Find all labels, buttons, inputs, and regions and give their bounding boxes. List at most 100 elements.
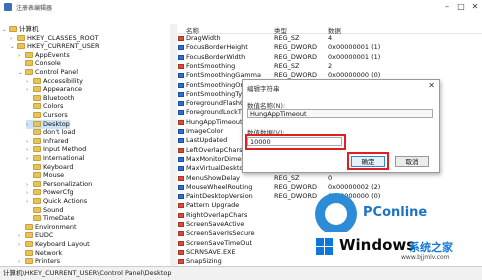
folder-icon [33, 137, 41, 144]
string-value-icon [178, 175, 184, 181]
menu-bar [0, 14, 482, 24]
folder-icon [25, 60, 33, 67]
windows-logo-icon [316, 238, 334, 256]
tree-item-label: Keyboard Layout [35, 240, 90, 248]
tree-scrollbar[interactable] [170, 24, 177, 266]
list-header: 名称 类型 数据 [178, 24, 482, 35]
binary-value-icon [178, 45, 184, 51]
folder-icon [33, 103, 41, 110]
folder-icon [33, 198, 41, 204]
folder-icon [25, 258, 33, 265]
value-row[interactable]: DragWidth REG_SZ 4 [178, 34, 482, 43]
string-value-icon [178, 259, 184, 265]
binary-value-icon [178, 101, 184, 107]
value-type: REG_DWORD [274, 52, 317, 61]
tree-item-label: AppEvents [35, 50, 70, 59]
edit-string-dialog: 编辑字符串 ✕ 数值名称(N): HungAppTimeout 数值数据(V):… [242, 79, 440, 173]
binary-value-icon [178, 184, 184, 190]
value-data: 0x00000002 (2) [328, 182, 381, 191]
string-value-icon [178, 147, 184, 153]
expand-icon[interactable]: ⌄ [18, 69, 25, 78]
registry-tree: ⌄ 计算机 › HKEY_CLASSES_ROOT ⌄ HKEY_CURRENT_USER… [0, 24, 171, 266]
tree-item-label: HKEY_CURRENT_USER [27, 42, 100, 51]
folder-icon [33, 172, 41, 179]
folder-icon [25, 69, 33, 75]
value-row[interactable]: MenuShowDelay REG_SZ 0 [178, 174, 482, 183]
maximize-button[interactable]: □ [454, 2, 468, 12]
highlight-box-ok [347, 152, 389, 170]
value-row[interactable]: FontSmoothing REG_SZ 2 [178, 62, 482, 71]
string-value-icon [178, 222, 184, 227]
folder-icon [33, 155, 41, 161]
windows-watermark-text: Windows [339, 236, 416, 254]
tree-item-label: HKEY_CLASSES_ROOT [27, 33, 99, 42]
tree-item-label: TimeDate [43, 214, 75, 223]
value-name: DragWidth [186, 34, 221, 42]
value-type: REG_DWORD [274, 43, 317, 52]
binary-value-icon [178, 110, 184, 116]
tree-item[interactable]: › Printers [18, 257, 60, 266]
string-value-icon [178, 240, 184, 246]
expand-icon[interactable]: ⌄ [2, 26, 9, 35]
value-data: 0 [328, 173, 333, 182]
value-name: Pattern Upgrade [186, 201, 240, 210]
close-button[interactable]: ✕ [468, 2, 482, 12]
tree-item-label: Input Method [43, 145, 87, 154]
expand-icon[interactable]: › [18, 258, 25, 266]
binary-value-icon [178, 129, 184, 134]
tree-item-label: don't load [43, 128, 76, 137]
dialog-close-button[interactable]: ✕ [428, 81, 435, 90]
value-row[interactable]: FocusBorderHeight REG_DWORD 0x00000001 (1) [178, 43, 482, 52]
value-name-field[interactable]: HungAppTimeout [247, 109, 433, 118]
value-row[interactable]: FocusBorderWidth REG_DWORD 0x00000001 (1) [178, 53, 482, 62]
string-value-icon [178, 203, 184, 209]
folder-icon [33, 120, 41, 127]
value-row[interactable]: MouseWheelRouting REG_DWORD 0x00000002 (2) [178, 183, 482, 192]
tree-item-label: Console [35, 59, 61, 68]
value-data: 4 [328, 34, 333, 42]
value-name: LastUpdated [186, 136, 228, 145]
binary-value-icon [178, 54, 184, 60]
tree-item-label: Infrared [43, 136, 69, 145]
tree-item-label: PowerCfg [43, 188, 74, 197]
binary-value-icon [178, 82, 184, 88]
tree-item-label: Cursors [43, 111, 68, 119]
value-type: REG_SZ [274, 173, 300, 182]
folder-icon [25, 223, 33, 230]
binary-value-icon [178, 73, 184, 79]
window-title: 注册表编辑器 [16, 5, 53, 12]
binary-value-icon [178, 194, 184, 200]
watermark-url: www.bjjmlv.com [401, 254, 450, 261]
folder-icon [33, 86, 41, 93]
value-name: ImageColor [186, 127, 224, 135]
value-type: REG_DWORD [274, 192, 317, 201]
status-path: 计算机\HKEY_CURRENT_USER\Control Panel\Desk… [3, 269, 172, 277]
folder-icon [25, 249, 33, 256]
value-name: FocusBorderWidth [186, 52, 246, 61]
value-type: REG_SZ [274, 34, 300, 42]
expand-icon[interactable]: ⌄ [10, 43, 17, 52]
pconline-watermark: PConline [363, 205, 428, 220]
folder-icon [25, 232, 33, 239]
value-name: HungAppTimeout [186, 117, 243, 126]
folder-icon [33, 77, 41, 84]
folder-icon [33, 129, 41, 136]
value-name: ScreenSaverIsSecure [186, 229, 255, 238]
value-name: SCRNSAVE.EXE [186, 247, 236, 256]
tree-item-label: 计算机 [19, 25, 39, 33]
folder-icon [33, 189, 41, 196]
cancel-button[interactable]: 取消 [395, 156, 429, 167]
folder-icon [17, 43, 25, 50]
binary-value-icon [178, 166, 184, 172]
folder-icon [33, 146, 41, 153]
tree-item-label: Accessibility [43, 76, 83, 85]
folder-icon [25, 51, 33, 58]
tree-item-label: Desktop [43, 119, 70, 128]
tree-item-label: Bluetooth [43, 93, 75, 102]
title-bar: 注册表编辑器 – □ ✕ [0, 0, 482, 15]
value-name: ScreenSaveTimeOut [186, 238, 252, 247]
value-name: LeftOverlapChars [186, 145, 243, 154]
string-value-icon [178, 119, 184, 125]
minimize-button[interactable]: – [440, 2, 454, 12]
value-data: 0x00000001 (1) [328, 52, 381, 61]
